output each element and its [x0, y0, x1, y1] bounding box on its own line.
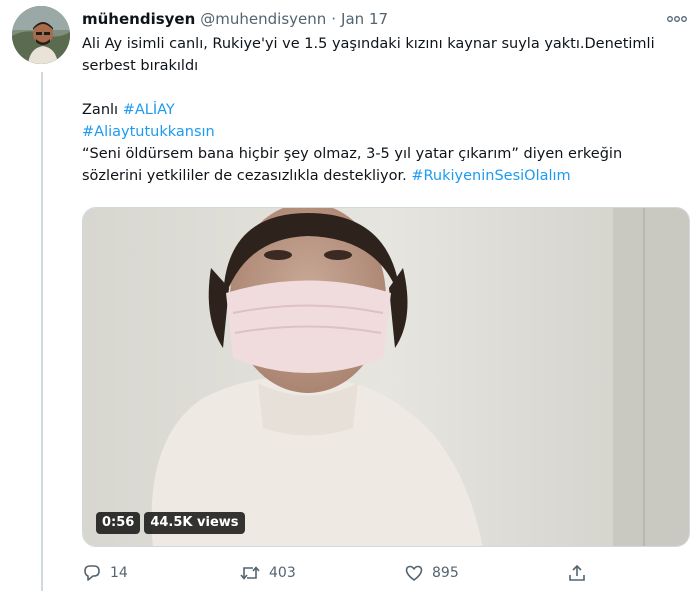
text-line: Ali Ay isimli canlı, Rukiye'yi ve 1.5 ya…: [82, 36, 655, 52]
hashtag-rukiyeninsesiolalim[interactable]: #RukiyeninSesiOlalım: [411, 168, 570, 184]
thread-line: [41, 72, 43, 591]
like-count: 895: [432, 565, 459, 581]
user-handle[interactable]: @muhendisyenn: [200, 10, 326, 28]
more-horizontal-icon[interactable]: [664, 9, 690, 29]
tweet-header: mühendisyen @muhendisyenn · Jan 17: [82, 8, 388, 30]
video-thumbnail: [83, 208, 689, 546]
tweet-date[interactable]: Jan 17: [341, 10, 388, 28]
share-icon: [567, 563, 587, 583]
heart-icon: [404, 563, 424, 583]
retweet-count: 403: [269, 565, 296, 581]
text-line: sözlerini yetkililer de cezasızlıkla des…: [82, 165, 682, 187]
text-line: Zanlı #ALİAY: [82, 99, 682, 121]
share-button[interactable]: [567, 558, 587, 588]
reply-count: 14: [110, 565, 128, 581]
tweet[interactable]: mühendisyen @muhendisyenn · Jan 17 Ali A…: [0, 0, 700, 591]
reply-icon: [82, 563, 102, 583]
retweet-button[interactable]: 403: [239, 558, 296, 588]
retweet-icon: [239, 563, 261, 583]
video-views: 44.5K views: [144, 512, 245, 534]
zanli-text: Zanlı: [82, 102, 119, 118]
text-line: “Seni öldürsem bana hiçbir şey olmaz, 3-…: [82, 146, 623, 162]
reply-button[interactable]: 14: [82, 558, 128, 588]
hashtag-aliaytutukkansin[interactable]: #Aliaytutukkansın: [82, 124, 215, 140]
separator-dot: ·: [331, 10, 337, 28]
video-overlay: 0:56 44.5K views: [96, 512, 245, 534]
tweet-text: Ali Ay isimli canlı, Rukiye'yi ve 1.5 ya…: [82, 33, 682, 187]
avatar[interactable]: [12, 6, 70, 64]
text-line: #Aliaytutukkansın: [82, 121, 682, 143]
display-name[interactable]: mühendisyen: [82, 10, 195, 28]
like-button[interactable]: 895: [404, 558, 459, 588]
tweet-actions: 14 403 895: [82, 558, 682, 588]
video-player[interactable]: 0:56 44.5K views: [82, 207, 690, 547]
video-duration: 0:56: [96, 512, 141, 534]
text-line: serbest bırakıldı: [82, 58, 199, 74]
quote-text: sözlerini yetkililer de cezasızlıkla des…: [82, 168, 407, 184]
hashtag-aliay[interactable]: #ALİAY: [123, 102, 175, 118]
